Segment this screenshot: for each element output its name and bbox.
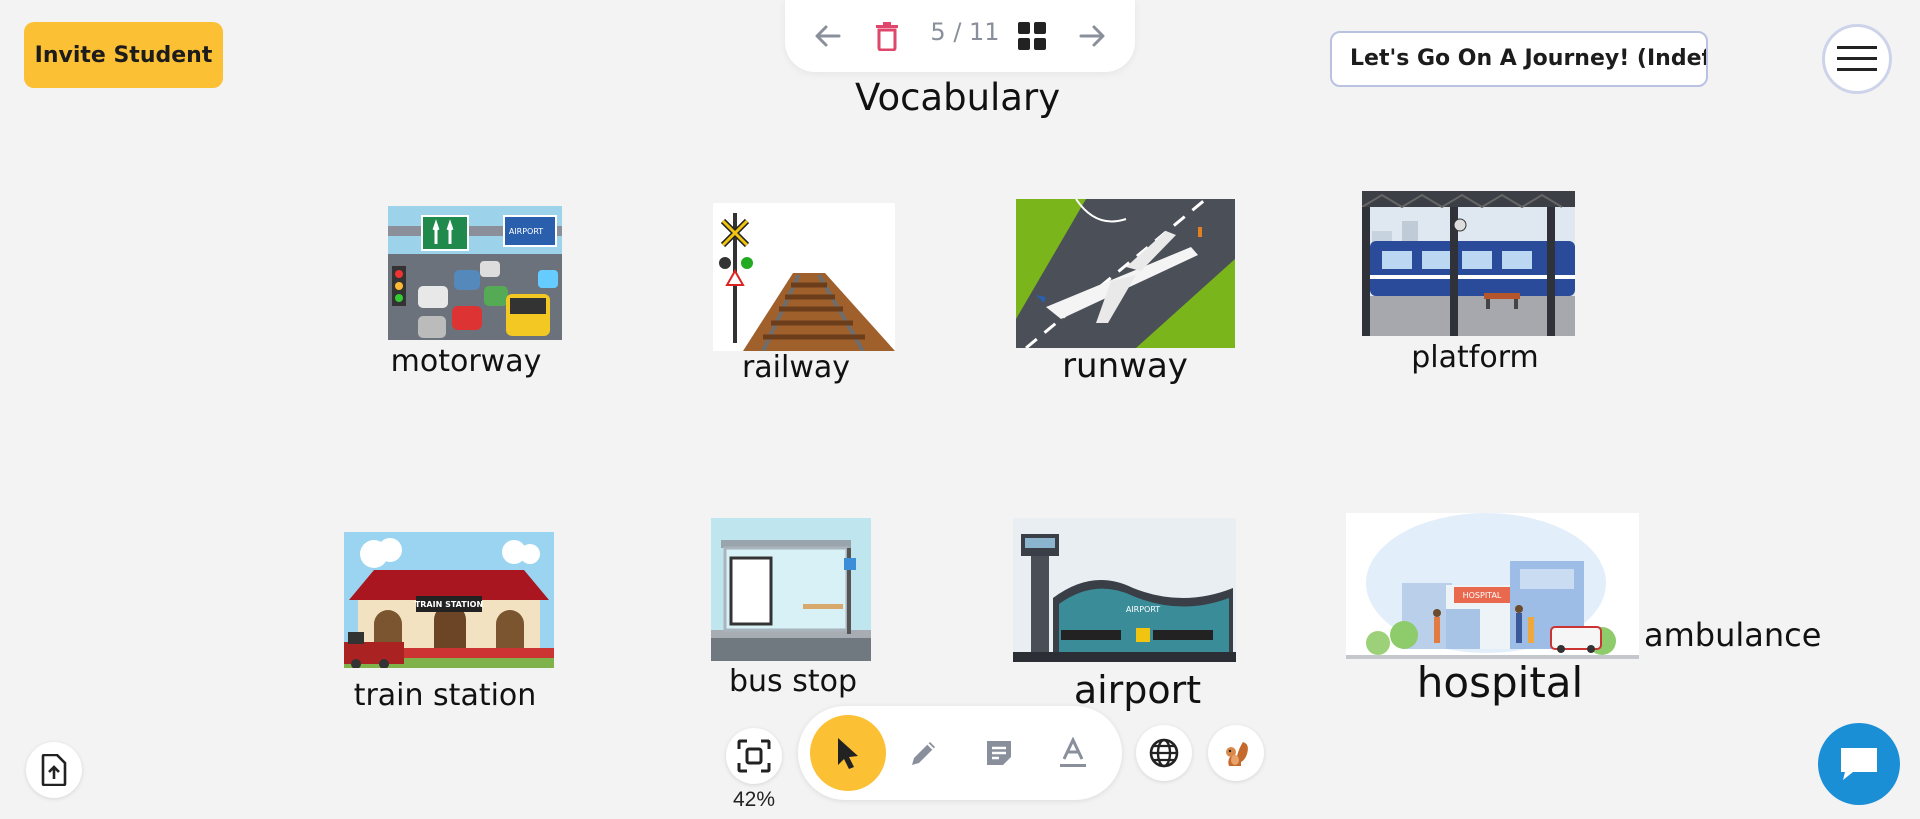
word-train-station: train station (353, 678, 537, 713)
hamburger-icon (1837, 46, 1877, 71)
file-upload-icon (41, 754, 67, 786)
motorway-image: AIRPORT (388, 206, 562, 340)
svg-text:AIRPORT: AIRPORT (509, 227, 543, 236)
railway-image (713, 203, 895, 351)
train-station-image: TRAIN STATION (344, 532, 554, 668)
upload-button[interactable] (26, 742, 82, 798)
pen-tool[interactable] (889, 718, 959, 788)
text-tool[interactable] (1038, 718, 1108, 788)
next-slide-button[interactable] (1072, 16, 1112, 56)
globe-icon (1149, 738, 1179, 768)
word-ambulance: ambulance (1644, 616, 1822, 654)
zoom-level: 42% (732, 788, 776, 811)
word-runway: runway (1062, 346, 1188, 386)
invite-student-button[interactable]: Invite Student (24, 22, 223, 88)
bus-stop-image (711, 518, 871, 661)
grid-icon (1018, 22, 1046, 50)
focus-frame-icon (737, 739, 771, 773)
squirrel-icon (1226, 742, 1248, 766)
slide-title: Vocabulary (855, 76, 1061, 119)
chat-button[interactable] (1818, 723, 1900, 805)
word-railway: railway (741, 350, 851, 385)
cursor-arrow-icon (838, 738, 858, 769)
page-indicator: 5 / 11 (930, 18, 1000, 46)
text-format-icon (1060, 737, 1086, 767)
slide-grid-button[interactable] (1012, 16, 1052, 56)
fit-to-screen-button[interactable] (726, 728, 782, 784)
arrow-right-icon (1079, 25, 1105, 47)
word-hospital: hospital (1416, 658, 1584, 707)
sticky-note-tool[interactable] (964, 718, 1034, 788)
platform-image (1362, 191, 1575, 336)
globe-button[interactable] (1136, 725, 1192, 781)
svg-text:HOSPITAL: HOSPITAL (1463, 591, 1502, 600)
airport-image: AIRPORT (1013, 518, 1236, 662)
svg-text:AIRPORT: AIRPORT (1126, 605, 1160, 614)
sticky-note-icon (987, 741, 1011, 765)
squirrel-button[interactable] (1208, 725, 1264, 781)
slide-navigation: 5 / 11 (785, 0, 1135, 72)
trash-icon (876, 22, 898, 51)
svg-text:TRAIN STATION: TRAIN STATION (415, 600, 483, 609)
lesson-title-field[interactable]: Let's Go On A Journey! (Indefinite Prono… (1330, 31, 1708, 87)
select-tool[interactable] (810, 715, 886, 791)
pencil-icon (912, 742, 935, 765)
arrow-left-icon (815, 25, 841, 47)
chat-bubble-icon (1841, 748, 1877, 780)
word-motorway: motorway (390, 344, 542, 379)
delete-slide-button[interactable] (867, 16, 907, 56)
word-bus-stop: bus stop (728, 664, 857, 699)
previous-slide-button[interactable] (808, 16, 848, 56)
runway-image (1016, 199, 1235, 348)
menu-button[interactable] (1822, 24, 1892, 94)
drawing-toolbar (798, 706, 1122, 800)
word-platform: platform (1411, 340, 1539, 375)
hospital-image: HOSPITAL (1346, 513, 1639, 659)
